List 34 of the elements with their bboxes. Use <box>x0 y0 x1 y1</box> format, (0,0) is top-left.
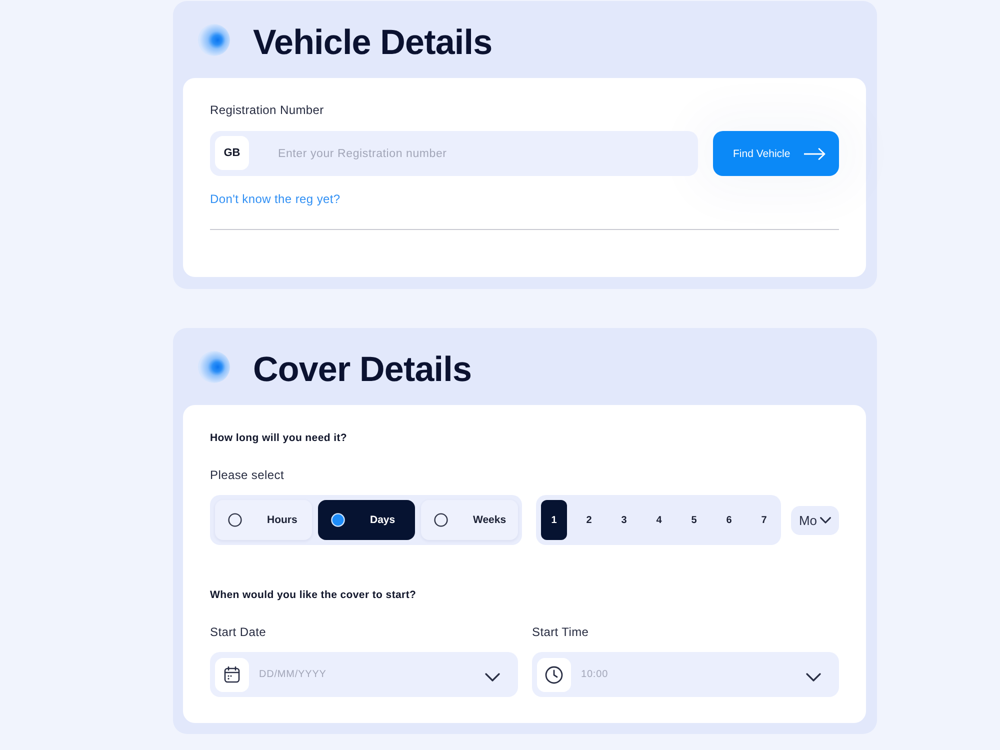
field-label: Registration Number <box>210 102 324 118</box>
section-title: Cover Details <box>253 352 472 386</box>
calendar-icon <box>215 658 249 692</box>
chevron-down-icon <box>806 673 821 682</box>
duration-count-option[interactable]: 3 <box>611 500 637 540</box>
start-time-input[interactable]: 10:00 <box>532 652 839 697</box>
duration-count-option[interactable]: 4 <box>646 500 672 540</box>
glowing-dot-icon <box>198 24 230 56</box>
field-label: Start Time <box>532 624 589 640</box>
start-date-input[interactable]: DD/MM/YYYY <box>210 652 518 697</box>
arrow-right-icon <box>804 148 826 160</box>
country-code-tag: GB <box>215 136 249 170</box>
radio-icon <box>434 513 448 527</box>
duration-unit-option[interactable]: Days <box>318 500 415 540</box>
chevron-down-icon <box>820 516 832 524</box>
section-title: Vehicle Details <box>253 24 492 60</box>
duration-count-option[interactable]: 6 <box>716 500 742 540</box>
glowing-dot-icon <box>198 350 230 382</box>
duration-count-option[interactable]: 5 <box>681 500 707 540</box>
radio-icon <box>331 513 345 527</box>
field-label: Start Date <box>210 624 266 640</box>
question-text: When would you like the cover to start? <box>210 588 416 602</box>
find-vehicle-button[interactable]: Find Vehicle <box>713 131 839 176</box>
duration-count-option[interactable]: 7 <box>751 500 777 540</box>
duration-count-option[interactable]: 1 <box>541 500 567 540</box>
duration-unit-option[interactable]: Weeks <box>421 500 518 540</box>
duration-unit-option[interactable]: Hours <box>215 500 312 540</box>
unit-dropdown[interactable]: Mo <box>791 506 839 534</box>
chevron-down-icon <box>485 673 500 682</box>
clock-icon <box>537 658 571 692</box>
radio-icon <box>228 513 242 527</box>
field-label: Please select <box>210 467 284 483</box>
question-text: How long will you need it? <box>210 431 348 445</box>
duration-count-option[interactable]: 2 <box>576 500 602 540</box>
